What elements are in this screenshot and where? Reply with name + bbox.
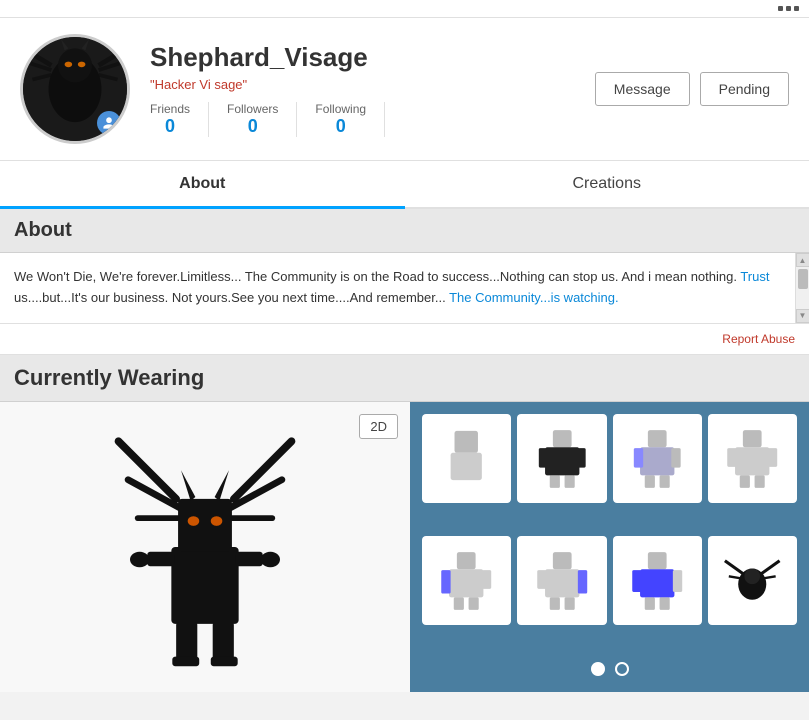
stat-followers-value: 0 xyxy=(227,116,278,137)
2d-button[interactable]: 2D xyxy=(359,414,398,439)
item-6[interactable] xyxy=(517,536,606,625)
items-panel xyxy=(410,402,809,692)
stat-friends-value: 0 xyxy=(150,116,190,137)
item-5[interactable] xyxy=(422,536,511,625)
stat-friends: Friends 0 xyxy=(150,102,209,137)
about-section-title: About xyxy=(0,209,809,253)
stat-followers-label: Followers xyxy=(227,102,278,116)
pending-button[interactable]: Pending xyxy=(700,72,789,106)
window-controls xyxy=(778,6,799,11)
profile-info: Shephard_Visage "Hacker Vi sage" Friends… xyxy=(150,42,575,137)
avatar-badge xyxy=(97,111,121,135)
profile-actions: Message Pending xyxy=(595,72,789,106)
profile-header: Shephard_Visage "Hacker Vi sage" Friends… xyxy=(0,18,809,161)
item-8[interactable] xyxy=(708,536,797,625)
top-bar xyxy=(0,0,809,18)
scroll-up-btn[interactable]: ▲ xyxy=(796,253,809,267)
dot3 xyxy=(794,6,799,11)
scroll-down-btn[interactable]: ▼ xyxy=(796,309,809,323)
tabs-bar: About Creations xyxy=(0,161,809,209)
stat-following-label: Following xyxy=(315,102,366,116)
scroll-thumb xyxy=(798,269,808,289)
currently-wearing-title: Currently Wearing xyxy=(0,355,809,402)
character-figure xyxy=(95,422,315,672)
stat-following: Following 0 xyxy=(297,102,385,137)
item-3[interactable] xyxy=(613,414,702,503)
report-row: Report Abuse xyxy=(0,324,809,355)
scrollbar[interactable]: ▲ ▼ xyxy=(795,253,809,323)
scroll-track xyxy=(796,267,809,309)
stats-row: Friends 0 Followers 0 Following 0 xyxy=(150,102,575,137)
dots-navigation xyxy=(422,652,797,680)
item-2[interactable] xyxy=(517,414,606,503)
currently-wearing-body: 2D xyxy=(0,402,809,692)
item-7[interactable] xyxy=(613,536,702,625)
item-1[interactable] xyxy=(422,414,511,503)
item-4[interactable] xyxy=(708,414,797,503)
about-text-wrap: We Won't Die, We're forever.Limitless...… xyxy=(0,253,809,324)
dot-page-2[interactable] xyxy=(615,662,629,676)
message-button[interactable]: Message xyxy=(595,72,690,106)
items-grid xyxy=(422,414,797,652)
about-text: We Won't Die, We're forever.Limitless...… xyxy=(14,267,795,309)
profile-username: Shephard_Visage xyxy=(150,42,575,73)
trust-link[interactable]: Trust xyxy=(740,269,769,284)
dot-page-1[interactable] xyxy=(591,662,605,676)
stat-following-value: 0 xyxy=(315,116,366,137)
character-preview-panel: 2D xyxy=(0,402,410,692)
stat-followers: Followers 0 xyxy=(209,102,297,137)
tab-creations[interactable]: Creations xyxy=(405,161,809,207)
report-abuse-link[interactable]: Report Abuse xyxy=(722,332,795,346)
profile-tagline: "Hacker Vi sage" xyxy=(150,77,575,92)
dot1 xyxy=(778,6,783,11)
dot2 xyxy=(786,6,791,11)
stat-friends-label: Friends xyxy=(150,102,190,116)
tab-about[interactable]: About xyxy=(0,161,405,207)
avatar xyxy=(20,34,130,144)
